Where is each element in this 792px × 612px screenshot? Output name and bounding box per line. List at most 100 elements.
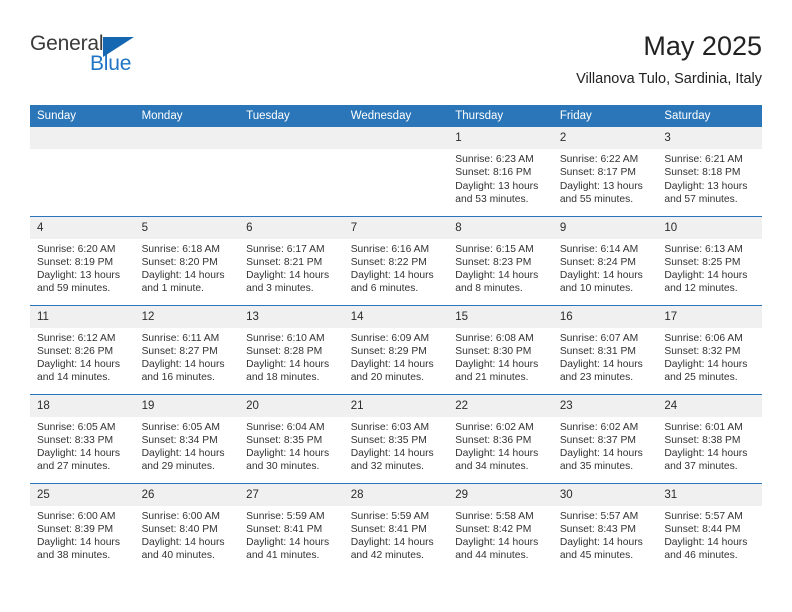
day-number: 5 [134,216,240,239]
daylight-text-line1: Daylight: 14 hours [664,537,748,549]
calendar-day-cell[interactable]: 14 Sunrise: 6:09 AM Sunset: 8:29 PM Dayligh… [343,304,449,394]
sunset-text: Sunset: 8:35 PM [350,434,427,446]
day-number: 9 [552,216,658,239]
sunset-text: Sunset: 8:29 PM [350,345,427,357]
calendar-day-cell[interactable]: 19 Sunrise: 6:05 AM Sunset: 8:34 PM Dayligh… [134,393,240,483]
day-details: Sunrise: 6:06 AM Sunset: 8:32 PM Daylight:… [657,328,762,385]
day-number: 20 [239,394,344,417]
calendar-day-cell[interactable]: 13 Sunrise: 6:10 AM Sunset: 8:28 PM Dayligh… [239,304,344,394]
calendar-day-cell[interactable]: 10 Sunrise: 6:13 AM Sunset: 8:25 PM Dayligh… [657,215,762,305]
sunset-text: Sunset: 8:22 PM [350,256,427,268]
calendar-day-cell[interactable]: 26 Sunrise: 6:00 AM Sunset: 8:40 PM Dayligh… [134,482,240,572]
daylight-text-line2: and 21 minutes. [455,372,529,384]
calendar-day-cell[interactable]: 28 Sunrise: 5:59 AM Sunset: 8:41 PM Dayligh… [343,482,449,572]
daylight-text-line2: and 1 minute. [141,283,204,295]
calendar-day-cell[interactable]: 9 Sunrise: 6:14 AM Sunset: 8:24 PM Daylight… [552,215,658,305]
calendar-day-cell[interactable]: 27 Sunrise: 5:59 AM Sunset: 8:41 PM Dayligh… [239,482,344,572]
sunrise-text: Sunrise: 6:02 AM [455,421,534,433]
daylight-text-line1: Daylight: 14 hours [141,448,225,460]
daylight-text-line2: and 45 minutes. [559,550,634,562]
calendar-day-cell[interactable]: 20 Sunrise: 6:04 AM Sunset: 8:35 PM Dayligh… [239,393,344,483]
daylight-text-line2: and 35 minutes. [559,461,634,473]
day-number [30,127,135,149]
sunset-text: Sunset: 8:44 PM [664,523,741,535]
sunrise-text: Sunrise: 6:07 AM [559,332,639,344]
weekday-header-friday: Friday [552,105,658,127]
calendar-day-cell[interactable]: 18 Sunrise: 6:05 AM Sunset: 8:33 PM Dayligh… [30,393,135,483]
sunset-text: Sunset: 8:32 PM [664,345,741,357]
calendar-day-cell[interactable]: 31 Sunrise: 5:57 AM Sunset: 8:44 PM Dayligh… [657,482,762,572]
day-number: 13 [239,305,344,328]
weekday-header-sunday: Sunday [30,105,135,127]
day-details: Sunrise: 6:08 AM Sunset: 8:30 PM Daylight:… [448,328,553,385]
calendar-day-cell[interactable]: 21 Sunrise: 6:03 AM Sunset: 8:35 PM Dayligh… [343,393,449,483]
daylight-text-line1: Daylight: 14 hours [246,448,330,460]
sunset-text: Sunset: 8:41 PM [246,523,323,535]
calendar-day-cell[interactable]: 6 Sunrise: 6:17 AM Sunset: 8:21 PM Daylight… [239,215,344,305]
calendar-day-cell-empty [134,127,240,216]
calendar-day-cell[interactable]: 23 Sunrise: 6:02 AM Sunset: 8:37 PM Dayligh… [552,393,658,483]
sunrise-text: Sunrise: 6:21 AM [664,154,743,165]
daylight-text-line2: and 20 minutes. [350,372,424,384]
sunset-text: Sunset: 8:20 PM [141,256,218,268]
sunset-text: Sunset: 8:38 PM [664,434,741,446]
sunset-text: Sunset: 8:40 PM [141,523,218,535]
calendar-week-row: 4 Sunrise: 6:20 AM Sunset: 8:19 PM Daylight… [30,215,762,305]
calendar-week-row: 11 Sunrise: 6:12 AM Sunset: 8:26 PM Dayligh… [30,304,762,394]
calendar-day-cell[interactable]: 22 Sunrise: 6:02 AM Sunset: 8:36 PM Dayligh… [448,393,553,483]
day-number: 6 [239,216,344,239]
sunrise-text: Sunrise: 5:59 AM [350,510,430,522]
calendar-day-cell[interactable]: 8 Sunrise: 6:15 AM Sunset: 8:23 PM Daylight… [448,215,553,305]
daylight-text-line1: Daylight: 14 hours [455,359,539,371]
calendar-day-cell[interactable]: 17 Sunrise: 6:06 AM Sunset: 8:32 PM Dayligh… [657,304,762,394]
day-details: Sunrise: 6:14 AM Sunset: 8:24 PM Daylight:… [553,239,658,296]
day-number: 10 [657,216,762,239]
day-number: 24 [657,394,762,417]
calendar-day-cell[interactable]: 12 Sunrise: 6:11 AM Sunset: 8:27 PM Dayligh… [134,304,240,394]
sunrise-text: Sunrise: 6:22 AM [559,154,639,165]
day-details: Sunrise: 6:05 AM Sunset: 8:34 PM Daylight:… [135,417,240,474]
sunrise-text: Sunrise: 6:04 AM [246,421,325,433]
daylight-text-line2: and 23 minutes. [559,372,634,384]
brand-logo[interactable]: General Blue [30,32,150,88]
daylight-text-line1: Daylight: 14 hours [664,359,748,371]
calendar-day-cell[interactable]: 2 Sunrise: 6:22 AM Sunset: 8:17 PM Daylight… [552,127,658,216]
day-details: Sunrise: 6:23 AM Sunset: 8:16 PM Daylight:… [448,149,553,206]
day-number: 1 [448,127,553,149]
calendar-day-cell[interactable]: 15 Sunrise: 6:08 AM Sunset: 8:30 PM Dayligh… [448,304,553,394]
calendar-day-cell[interactable]: 25 Sunrise: 6:00 AM Sunset: 8:39 PM Dayligh… [30,482,135,572]
calendar-day-cell[interactable]: 7 Sunrise: 6:16 AM Sunset: 8:22 PM Daylight… [343,215,449,305]
calendar-day-cell-empty [343,127,449,216]
sunset-text: Sunset: 8:43 PM [559,523,636,535]
calendar-day-cell[interactable]: 1 Sunrise: 6:23 AM Sunset: 8:16 PM Daylight… [448,127,553,216]
calendar-day-cell[interactable]: 5 Sunrise: 6:18 AM Sunset: 8:20 PM Daylight… [134,215,240,305]
sunset-text: Sunset: 8:25 PM [664,256,741,268]
daylight-text-line1: Daylight: 14 hours [37,359,120,371]
calendar-day-cell[interactable]: 3 Sunrise: 6:21 AM Sunset: 8:18 PM Daylight… [657,127,762,216]
day-details: Sunrise: 5:59 AM Sunset: 8:41 PM Daylight:… [239,506,344,563]
calendar-day-cell[interactable]: 4 Sunrise: 6:20 AM Sunset: 8:19 PM Daylight… [30,215,135,305]
sunset-text: Sunset: 8:35 PM [246,434,323,446]
calendar-day-cell[interactable]: 16 Sunrise: 6:07 AM Sunset: 8:31 PM Dayligh… [552,304,658,394]
calendar-day-cell-empty [239,127,344,216]
daylight-text-line1: Daylight: 14 hours [350,359,434,371]
daylight-text-line2: and 10 minutes. [559,283,634,295]
daylight-text-line1: Daylight: 14 hours [141,270,225,282]
calendar-day-cell[interactable]: 30 Sunrise: 5:57 AM Sunset: 8:43 PM Dayligh… [552,482,658,572]
sunrise-text: Sunrise: 5:57 AM [559,510,639,522]
sunrise-text: Sunrise: 6:20 AM [37,243,116,255]
sunrise-text: Sunrise: 5:57 AM [664,510,743,522]
sunset-text: Sunset: 8:36 PM [455,434,532,446]
calendar-day-cell[interactable]: 29 Sunrise: 5:58 AM Sunset: 8:42 PM Dayligh… [448,482,553,572]
day-number: 8 [448,216,553,239]
daylight-text-line2: and 12 minutes. [664,283,738,295]
calendar-day-cell[interactable]: 24 Sunrise: 6:01 AM Sunset: 8:38 PM Dayligh… [657,393,762,483]
calendar-day-cell[interactable]: 11 Sunrise: 6:12 AM Sunset: 8:26 PM Dayligh… [30,304,135,394]
day-details: Sunrise: 6:03 AM Sunset: 8:35 PM Daylight:… [344,417,449,474]
calendar-table: Sunday Monday Tuesday Wednesday Thursday… [30,105,762,572]
day-number: 22 [448,394,553,417]
daylight-text-line1: Daylight: 14 hours [350,448,434,460]
day-details: Sunrise: 5:59 AM Sunset: 8:41 PM Daylight:… [344,506,449,563]
daylight-text-line2: and 55 minutes. [559,193,634,205]
day-details: Sunrise: 6:02 AM Sunset: 8:36 PM Daylight:… [448,417,553,474]
